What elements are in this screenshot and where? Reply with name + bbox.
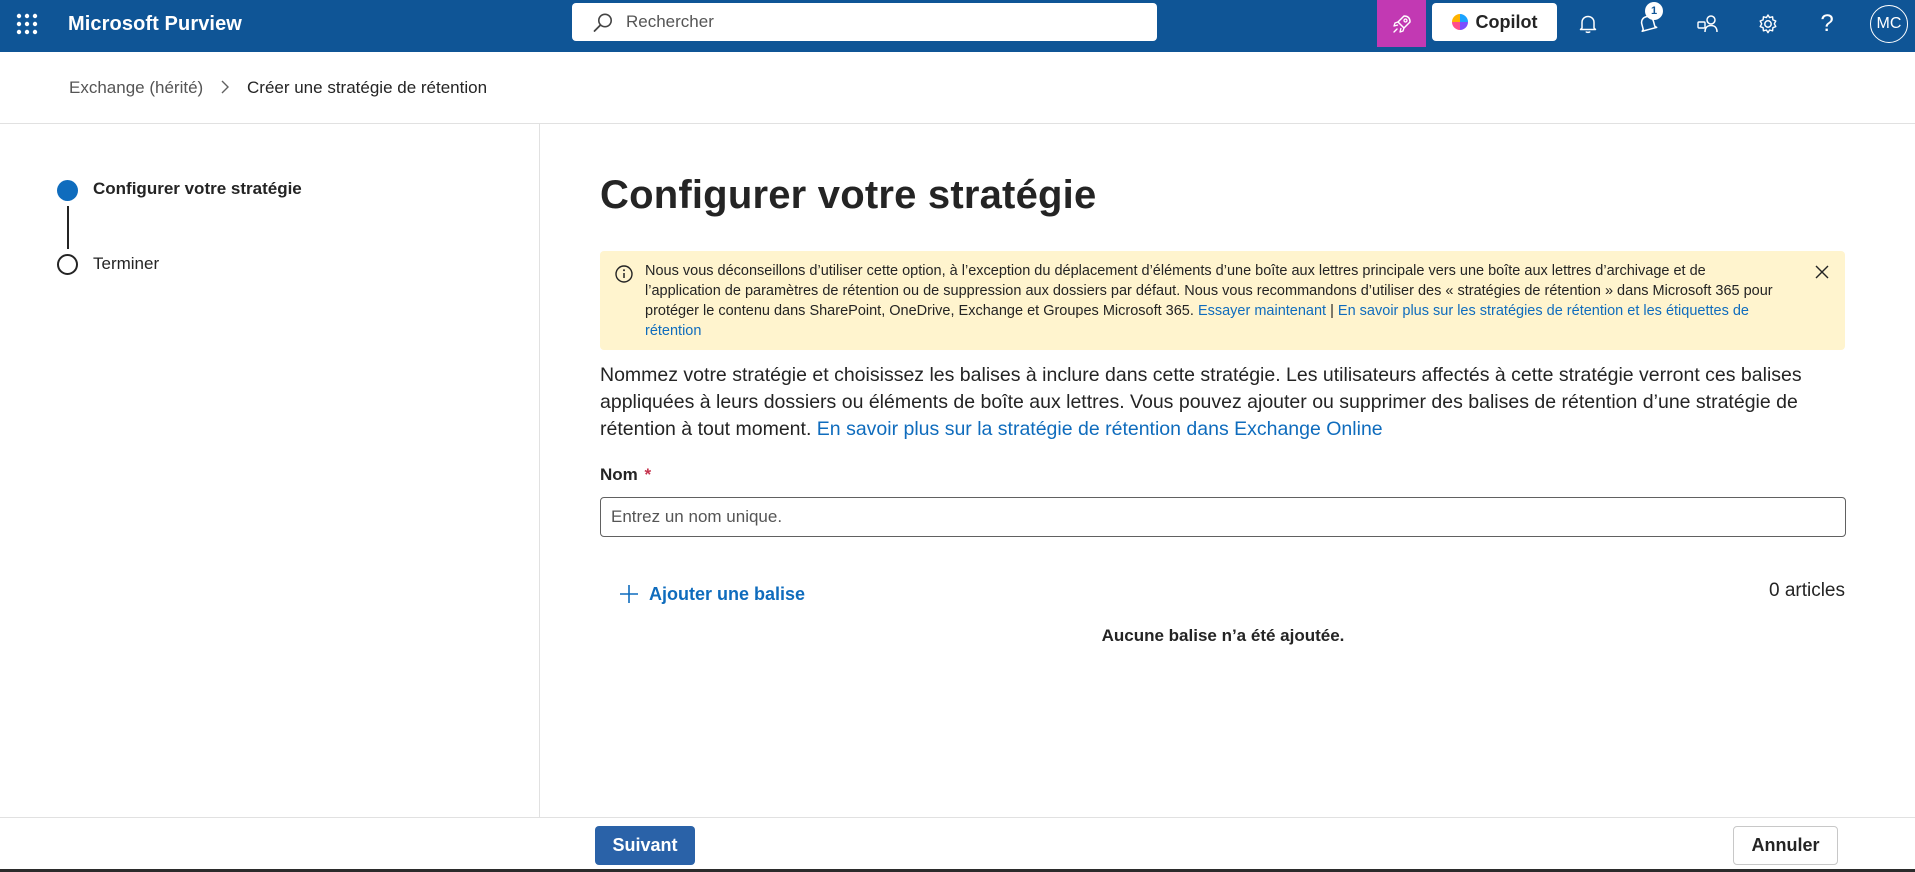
warning-notice: Nous vous déconseillons d’utiliser cette…: [600, 251, 1845, 350]
search-box[interactable]: [572, 3, 1157, 41]
info-icon: [615, 265, 633, 283]
learn-more-exchange-link[interactable]: En savoir plus sur la stratégie de réten…: [817, 418, 1383, 440]
search-input[interactable]: [626, 11, 1136, 33]
people-button[interactable]: [1694, 10, 1722, 38]
next-button[interactable]: Suivant: [595, 826, 695, 865]
try-now-link[interactable]: Essayer maintenant: [1198, 303, 1326, 319]
avatar[interactable]: MC: [1870, 5, 1908, 43]
notification-badge: 1: [1645, 2, 1663, 20]
help-icon[interactable]: ?: [1813, 10, 1841, 38]
copilot-button[interactable]: Copilot: [1432, 3, 1557, 41]
app-title[interactable]: Microsoft Purview: [68, 13, 242, 36]
close-icon[interactable]: [1811, 261, 1833, 283]
rocket-icon: [1392, 14, 1411, 33]
required-marker: *: [644, 465, 652, 484]
step-indicator-pending: [57, 254, 78, 275]
settings-button[interactable]: [1754, 10, 1782, 38]
step-finish[interactable]: Terminer: [93, 254, 159, 274]
step-indicator-current: [57, 180, 78, 201]
notice-text: Nous vous déconseillons d’utiliser cette…: [645, 261, 1785, 341]
add-tag-button[interactable]: Ajouter une balise: [618, 583, 805, 605]
footer: Suivant Annuler: [0, 817, 1915, 872]
wizard-steps: Configurer votre stratégie Terminer: [0, 124, 540, 818]
step-configure[interactable]: Configurer votre stratégie: [93, 179, 302, 199]
search-icon: [593, 13, 612, 32]
bell-button[interactable]: [1574, 10, 1602, 38]
step-connector: [67, 206, 69, 249]
gear-icon: [1759, 14, 1777, 34]
notice-separator: |: [1326, 303, 1338, 319]
bell-icon: [1579, 15, 1597, 34]
name-label: Nom *: [600, 465, 651, 485]
top-bar: Microsoft Purview Copilot 1: [0, 0, 1915, 52]
cancel-button[interactable]: Annuler: [1733, 826, 1838, 865]
copilot-label: Copilot: [1475, 11, 1538, 32]
people-icon: [1697, 15, 1718, 33]
breadcrumb-parent[interactable]: Exchange (hérité): [69, 78, 203, 98]
chevron-right-icon: [221, 80, 229, 94]
page-title: Configurer votre stratégie: [600, 173, 1097, 217]
breadcrumb: Exchange (hérité) Créer une stratégie de…: [0, 52, 1915, 124]
plus-icon: [620, 585, 638, 603]
empty-state-message: Aucune balise n’a été ajoutée.: [1101, 626, 1345, 645]
description: Nommez votre stratégie et choisissez les…: [600, 362, 1845, 443]
name-label-text: Nom: [600, 465, 638, 484]
copilot-logo-icon: [1451, 14, 1468, 30]
rocket-button[interactable]: [1377, 0, 1426, 47]
item-count: 0 articles: [1768, 580, 1845, 601]
add-tag-label: Ajouter une balise: [649, 583, 806, 604]
app-launcher-icon[interactable]: [16, 13, 38, 35]
breadcrumb-current: Créer une stratégie de rétention: [247, 78, 488, 97]
name-field[interactable]: [600, 497, 1846, 537]
